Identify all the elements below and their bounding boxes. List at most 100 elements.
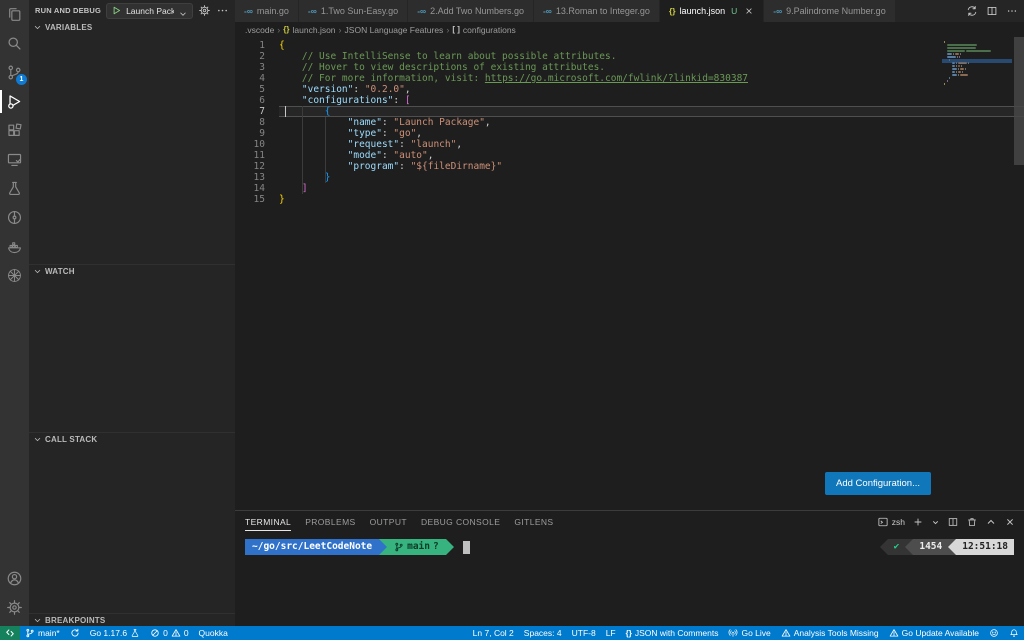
code-line-7[interactable]: { xyxy=(279,106,1024,117)
code-line-10[interactable]: "request": "launch", xyxy=(279,139,1024,150)
code-line-12[interactable]: "program": "${fileDirname}" xyxy=(279,161,1024,172)
line-number[interactable]: 1 xyxy=(235,40,265,51)
activity-item-settings[interactable] xyxy=(0,593,29,622)
status-remote-indicator[interactable] xyxy=(0,626,20,640)
line-number[interactable]: 11 xyxy=(235,150,265,161)
activity-item-search[interactable] xyxy=(0,29,29,58)
editor-scrollbar[interactable] xyxy=(1014,37,1024,165)
more-actions-icon[interactable] xyxy=(216,4,229,17)
tab-main-go[interactable]: -∞ main.go xyxy=(235,0,299,22)
status-sync[interactable] xyxy=(65,626,85,640)
tab-launch-json[interactable]: {} launch.json U xyxy=(659,0,765,22)
breadcrumb-item[interactable]: .vscode xyxy=(245,25,274,35)
status-git-branch[interactable]: main* xyxy=(20,626,65,640)
split-editor-icon[interactable] xyxy=(986,5,998,17)
terminal-content[interactable]: ~/go/src/LeetCodeNote main ? ✔ 1454 12:5… xyxy=(235,533,1024,626)
status-cursor-position[interactable]: Ln 7, Col 2 xyxy=(468,626,519,640)
line-number[interactable]: 7 xyxy=(235,106,265,117)
activity-item-run-and-debug[interactable] xyxy=(0,87,29,116)
status-go-live[interactable]: Go Live xyxy=(723,626,775,640)
code-line-14[interactable]: ] xyxy=(279,183,1024,194)
status-encoding[interactable]: UTF-8 xyxy=(567,626,601,640)
activity-item-source-control[interactable]: 1 xyxy=(0,58,29,87)
line-number[interactable]: 8 xyxy=(235,117,265,128)
minimap[interactable] xyxy=(942,39,1012,86)
status-language-mode[interactable]: {} JSON with Comments xyxy=(621,626,724,640)
breadcrumb-item[interactable]: [ ] configurations xyxy=(452,25,515,35)
line-number-gutter[interactable]: 1 2 3 4 5 6 7 8 9 10 11 12 13 14 15 xyxy=(235,40,265,205)
code-line-2[interactable]: // Use IntelliSense to learn about possi… xyxy=(279,51,1024,62)
status-go-version[interactable]: Go 1.17.6 xyxy=(85,626,145,640)
panel-tab-debug-console[interactable]: DEBUG CONSOLE xyxy=(421,513,500,531)
section-header-breakpoints[interactable]: BREAKPOINTS xyxy=(29,613,235,626)
split-terminal-icon[interactable] xyxy=(947,516,959,528)
shell-selector[interactable]: zsh xyxy=(877,516,905,528)
line-number[interactable]: 15 xyxy=(235,194,265,205)
code-line-9[interactable]: "type": "go", xyxy=(279,128,1024,139)
kill-terminal-icon[interactable] xyxy=(966,516,978,528)
code-line-3[interactable]: // Hover to view descriptions of existin… xyxy=(279,62,1024,73)
panel-tab-output[interactable]: OUTPUT xyxy=(370,513,407,531)
line-number[interactable]: 14 xyxy=(235,183,265,194)
close-tab-icon[interactable] xyxy=(744,6,754,16)
tab-2-add-two-numbers-go[interactable]: -∞ 2.Add Two Numbers.go xyxy=(408,0,534,22)
status-notifications[interactable] xyxy=(1004,626,1024,640)
status-eol[interactable]: LF xyxy=(601,626,621,640)
code-line-5[interactable]: "version": "0.2.0", xyxy=(279,84,1024,95)
activity-item-testing[interactable] xyxy=(0,174,29,203)
add-configuration-button[interactable]: Add Configuration... xyxy=(825,472,931,495)
launch-config-dropdown[interactable]: Launch Package xyxy=(106,2,193,19)
status-quokka[interactable]: Quokka xyxy=(194,626,233,640)
code-line-6[interactable]: "configurations": [ xyxy=(279,95,1024,106)
activity-item-accounts[interactable] xyxy=(0,564,29,593)
status-problems[interactable]: 00 xyxy=(145,626,193,640)
activity-item-explorer[interactable] xyxy=(0,0,29,29)
line-number[interactable]: 2 xyxy=(235,51,265,62)
panel-tab-problems[interactable]: PROBLEMS xyxy=(305,513,355,531)
tab-1-two-sun-easy-go[interactable]: -∞ 1.Two Sun-Easy.go xyxy=(298,0,409,22)
activity-item-extensions[interactable] xyxy=(0,116,29,145)
status-go-update[interactable]: Go Update Available xyxy=(884,626,984,640)
panel-tab-gitlens[interactable]: GITLENS xyxy=(514,513,553,531)
breadcrumb-item[interactable]: JSON Language Features xyxy=(345,25,444,35)
section-header-variables[interactable]: VARIABLES xyxy=(29,21,235,34)
code-line-1[interactable]: { xyxy=(279,40,1024,51)
activity-item-remote-explorer[interactable] xyxy=(0,145,29,174)
tab-9-palindrome-number-go[interactable]: -∞ 9.Palindrome Number.go xyxy=(764,0,896,22)
line-number[interactable]: 13 xyxy=(235,172,265,183)
close-panel-icon[interactable] xyxy=(1004,516,1016,528)
code-area[interactable]: 1 2 3 4 5 6 7 8 9 10 11 12 13 14 15 { // Use IntelliSe… xyxy=(235,37,1024,205)
terminal-dropdown-chevron-icon[interactable] xyxy=(931,518,940,527)
section-header-watch[interactable]: WATCH xyxy=(29,264,235,277)
code-line-13[interactable]: } xyxy=(279,172,1024,183)
line-number[interactable]: 4 xyxy=(235,73,265,84)
activity-item-kubernetes[interactable] xyxy=(0,261,29,290)
line-number[interactable]: 3 xyxy=(235,62,265,73)
debug-start-icon[interactable] xyxy=(111,5,122,16)
line-number[interactable]: 10 xyxy=(235,139,265,150)
code-line-4[interactable]: // For more information, visit: https://… xyxy=(279,73,1024,84)
activity-item-git-graph[interactable] xyxy=(0,203,29,232)
activity-item-docker[interactable] xyxy=(0,232,29,261)
section-header-call-stack[interactable]: CALL STACK xyxy=(29,432,235,445)
line-number[interactable]: 12 xyxy=(235,161,265,172)
new-terminal-icon[interactable] xyxy=(912,516,924,528)
line-number[interactable]: 9 xyxy=(235,128,265,139)
maximize-panel-icon[interactable] xyxy=(985,516,997,528)
open-changes-icon[interactable] xyxy=(966,5,978,17)
code-line-8[interactable]: "name": "Launch Package", xyxy=(279,117,1024,128)
breadcrumb-item[interactable]: {} launch.json xyxy=(283,25,335,35)
breadcrumb[interactable]: .vscode ›{} launch.json › JSON Language Feat… xyxy=(235,22,1024,37)
more-icon[interactable] xyxy=(1006,5,1018,17)
status-feedback[interactable] xyxy=(984,626,1004,640)
code-lines[interactable]: { // Use IntelliSense to learn about pos… xyxy=(279,40,1024,205)
code-line-11[interactable]: "mode": "auto", xyxy=(279,150,1024,161)
tab-13-roman-to-integer-go[interactable]: -∞ 13.Roman to Integer.go xyxy=(533,0,660,22)
editor[interactable]: 1 2 3 4 5 6 7 8 9 10 11 12 13 14 15 { // Use IntelliSe… xyxy=(235,37,1024,510)
status-analysis-tools[interactable]: Analysis Tools Missing xyxy=(776,626,884,640)
code-line-15[interactable]: } xyxy=(279,194,1024,205)
line-number[interactable]: 5 xyxy=(235,84,265,95)
panel-tab-terminal[interactable]: TERMINAL xyxy=(245,513,292,531)
status-indentation[interactable]: Spaces: 4 xyxy=(519,626,567,640)
line-number[interactable]: 6 xyxy=(235,95,265,106)
